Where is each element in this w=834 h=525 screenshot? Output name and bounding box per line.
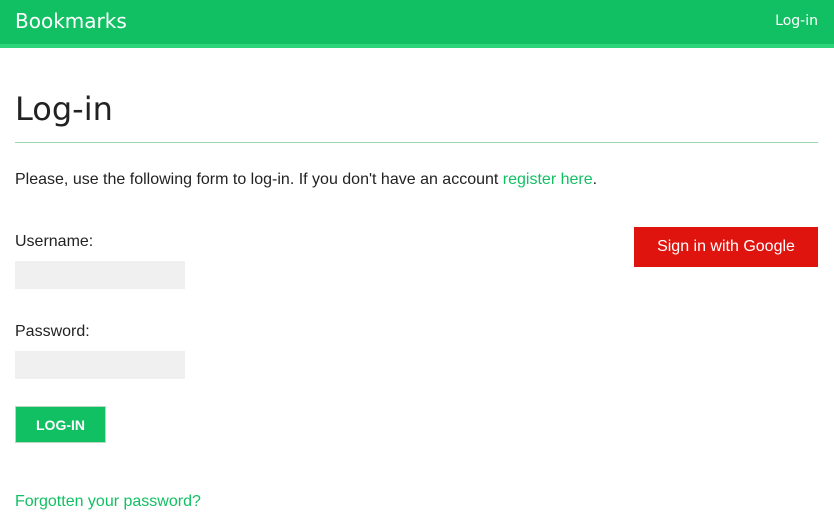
google-signin-button[interactable]: Sign in with Google xyxy=(634,227,818,267)
username-input[interactable] xyxy=(15,261,185,289)
title-divider xyxy=(15,142,818,143)
top-bar: Bookmarks Log-in xyxy=(0,0,834,48)
password-input[interactable] xyxy=(15,351,185,379)
nav-login-link[interactable]: Log-in xyxy=(775,13,818,29)
page-title: Log-in xyxy=(15,90,113,128)
intro-text-body: Please, use the following form to log-in… xyxy=(15,171,503,188)
brand-logo[interactable]: Bookmarks xyxy=(15,9,127,33)
login-button[interactable]: LOG-IN xyxy=(15,406,106,443)
intro-text: Please, use the following form to log-in… xyxy=(15,171,597,189)
username-label: Username: xyxy=(15,233,94,250)
register-link[interactable]: register here xyxy=(503,171,593,188)
forgot-password-link[interactable]: Forgotten your password? xyxy=(15,493,201,511)
password-label: Password: xyxy=(15,323,90,340)
intro-text-end: . xyxy=(592,171,598,188)
